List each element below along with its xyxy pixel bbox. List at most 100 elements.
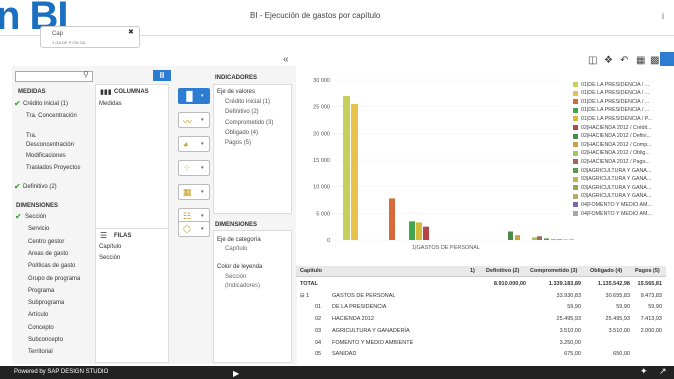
axis-value-item[interactable]: Obligado (4)	[225, 130, 258, 136]
dimension-item[interactable]: Servicio	[28, 226, 49, 232]
chart-type-button[interactable]: ⬡ ▾	[178, 221, 210, 237]
chart-bar[interactable]	[343, 96, 350, 240]
search-icon[interactable]: ⚲	[83, 70, 89, 79]
search-input[interactable]	[15, 71, 93, 82]
axis-value-item[interactable]: Pagos (5)	[225, 140, 251, 146]
legend-label[interactable]: 01|DE LA PRESIDENCIA / ...	[581, 90, 649, 96]
measure-item[interactable]: Definitivo (2)	[23, 184, 57, 190]
dimension-item[interactable]: Programa	[28, 288, 54, 294]
chart-bar[interactable]	[416, 222, 422, 240]
chart-type-button[interactable]: ▐▌ ▾	[178, 88, 210, 104]
legend-label[interactable]: 02|HACIENDA 2012 / Defini...	[581, 133, 651, 139]
table-cell-code: 01	[315, 304, 322, 311]
cat-axis-item[interactable]: Capítulo	[225, 246, 247, 252]
dimension-item[interactable]: Centro gestor	[28, 239, 64, 245]
chart-bar[interactable]	[563, 239, 568, 240]
legend-label[interactable]: 01|DE LA PRESIDENCIA / ...	[581, 82, 649, 88]
chart-bar[interactable]	[551, 238, 556, 240]
table-view-icon[interactable]: ▦	[636, 55, 645, 66]
dimension-item[interactable]: Concepto	[28, 325, 54, 331]
close-icon[interactable]: ✖	[128, 28, 134, 36]
table-cell-pagos: 2.000,00	[640, 327, 662, 334]
info-icon[interactable]: i	[662, 11, 664, 21]
table-cell-code: 03	[315, 327, 322, 334]
dimension-item[interactable]: Territorial	[28, 349, 53, 355]
y-tick-label: 0	[327, 238, 330, 244]
measure-item[interactable]: Traslados Proyectos	[26, 164, 81, 173]
chart-type-button[interactable]: ◕ ▾	[178, 136, 210, 152]
pin-icon[interactable]: ✦	[640, 366, 648, 377]
measure-item[interactable]: Tra. Concentración	[26, 112, 81, 121]
dimension-item[interactable]: Grupo de programa	[28, 276, 80, 282]
chart-bar[interactable]	[557, 239, 562, 240]
cube-icon[interactable]: ❖	[604, 55, 613, 66]
dimension-item[interactable]: Sección	[25, 214, 46, 220]
legend-label[interactable]: 02|HACIENDA 2012 / Oblig...	[581, 150, 650, 156]
chart-bar[interactable]	[515, 235, 520, 240]
legend-label[interactable]: 03|AGRICULTURA Y GANA...	[581, 193, 651, 199]
collapse-panel-icon[interactable]: «	[283, 54, 289, 65]
heatmap-type-icon: ▦	[183, 187, 192, 197]
legend-color-item[interactable]: Sección	[225, 274, 246, 280]
chart-bar[interactable]	[532, 237, 537, 240]
chart-bar[interactable]	[351, 104, 358, 240]
table-cell-comprometido: 59,90	[567, 304, 581, 311]
table-cell-pagos: 7.413,93	[640, 316, 662, 323]
pause-button[interactable]: II	[153, 70, 171, 81]
dimension-item[interactable]: Subconcepto	[28, 337, 63, 343]
chart-bar[interactable]	[409, 221, 415, 240]
legend-swatch	[573, 142, 578, 148]
legend-label[interactable]: 03|AGRICULTURA Y GANA...	[581, 168, 651, 174]
legend-label[interactable]: 03|AGRICULTURA Y GANA...	[581, 185, 651, 191]
legend-label[interactable]: 01|DE LA PRESIDENCIA / P...	[581, 116, 652, 122]
chevron-down-icon: ▾	[201, 189, 204, 195]
legend-color-item[interactable]: (Indicadores)	[225, 283, 260, 289]
chart-view-button[interactable]	[660, 52, 674, 66]
table-header-cell[interactable]: Capítulo	[300, 268, 322, 274]
y-tick-label: 5 000	[316, 211, 330, 217]
measure-item[interactable]: Tra. Desconcentración	[26, 132, 81, 150]
undo-icon[interactable]: ↶	[620, 55, 628, 66]
rows-item[interactable]: Sección	[99, 255, 120, 261]
chart-type-button[interactable]: 〰 ▾	[178, 112, 210, 128]
legend-label[interactable]: 01|DE LA PRESIDENCIA / ...	[581, 107, 649, 113]
table-cell-name: AGRICULTURA Y GANADERÍA	[332, 327, 410, 334]
chart-bar[interactable]	[544, 238, 549, 240]
table-header-cell[interactable]: 1)	[470, 268, 475, 274]
chart-bar[interactable]	[389, 198, 395, 240]
legend-label[interactable]: 03|AGRICULTURA Y GANA...	[581, 176, 651, 182]
dimension-item[interactable]: Subprograma	[28, 300, 64, 306]
dimension-item[interactable]: Políticas de gasto	[28, 263, 75, 269]
table-header-cell[interactable]: Pagos (5)	[635, 268, 660, 274]
legend-label[interactable]: 02|HACIENDA 2012 / Pago...	[581, 159, 650, 165]
share-icon[interactable]: ↗	[659, 366, 667, 377]
table-header-cell[interactable]: Obligado (4)	[590, 268, 622, 274]
axis-value-item[interactable]: Definitivo (2)	[225, 109, 259, 115]
legend-swatch	[573, 99, 578, 105]
chart-bar[interactable]	[423, 226, 429, 240]
measure-item[interactable]: Crédito inicial (1)	[23, 101, 68, 107]
axis-value-item[interactable]: Comprometido (3)	[225, 120, 273, 126]
chart-bar[interactable]	[508, 231, 513, 240]
table-cell-name: FOMENTO Y MEDIO AMBIENTE	[332, 339, 414, 346]
pie-chart-type-icon: ◕	[183, 139, 189, 149]
legend-label[interactable]: 04|FOMENTO Y MEDIO AM...	[581, 202, 652, 208]
legend-label[interactable]: 01|DE LA PRESIDENCIA / ...	[581, 99, 649, 105]
line-chart-type-icon: 〰	[183, 117, 193, 127]
legend-label[interactable]: 02|HACIENDA 2012 / Comp...	[581, 142, 652, 148]
axis-value-item[interactable]: Crédito inicial (1)	[225, 99, 270, 105]
columns-item[interactable]: Medidas	[99, 101, 122, 107]
chart-type-button[interactable]: ▦ ▾	[178, 184, 210, 200]
chart-type-button[interactable]: ⁘ ▾	[178, 160, 210, 176]
table-header-cell[interactable]: Comprometido (3)	[530, 268, 577, 274]
legend-label[interactable]: 04|FOMENTO Y MEDIO AM...	[581, 211, 652, 217]
chart-bar[interactable]	[537, 236, 542, 240]
table-header-cell[interactable]: Definitivo (2)	[486, 268, 519, 274]
legend-label[interactable]: 02|HACIENDA 2012 / Crédit...	[581, 125, 652, 131]
measure-item[interactable]: Modificaciones	[26, 153, 66, 159]
filter-icon[interactable]: ◫	[588, 55, 597, 66]
dimension-item[interactable]: Areas de gasto	[28, 251, 68, 257]
bar-chart-icon[interactable]: ▩	[650, 55, 659, 66]
rows-item[interactable]: Capítulo	[99, 244, 121, 250]
dimension-item[interactable]: Artículo	[28, 312, 48, 318]
